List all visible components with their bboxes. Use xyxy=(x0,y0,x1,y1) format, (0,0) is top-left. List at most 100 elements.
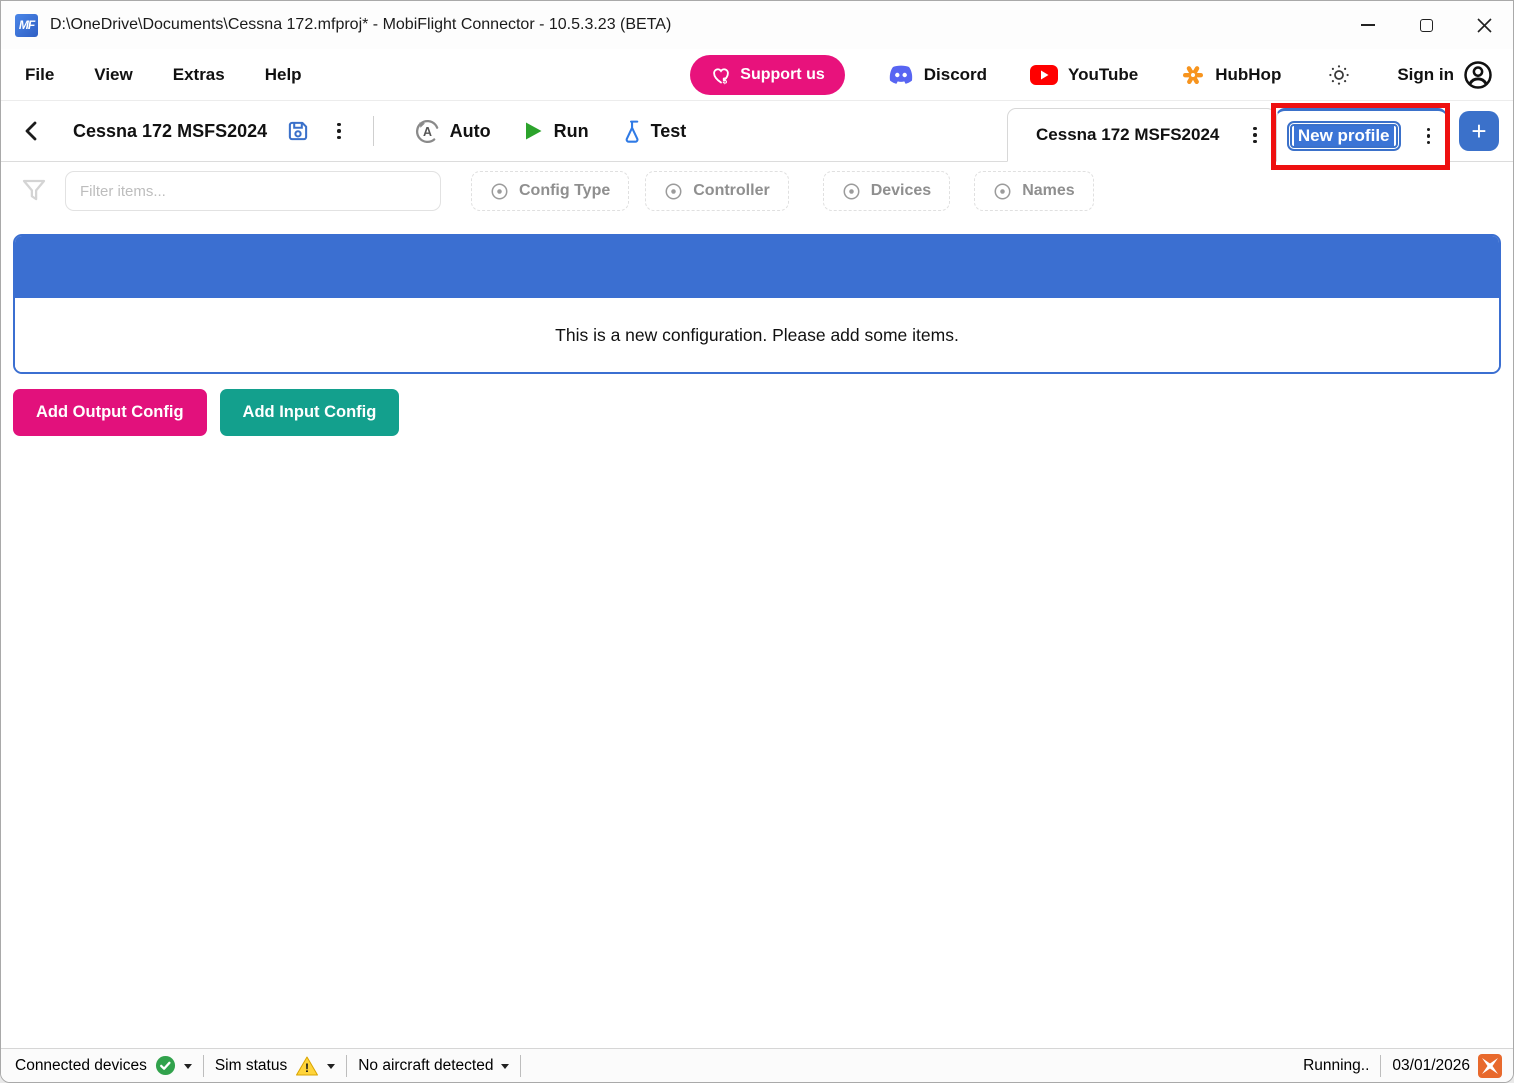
filter-pill-names[interactable]: Names xyxy=(974,171,1093,211)
youtube-link[interactable]: YouTube xyxy=(1029,64,1138,86)
test-button[interactable]: Test xyxy=(619,119,687,144)
run-play-icon xyxy=(521,119,545,143)
test-flask-icon xyxy=(619,119,642,144)
filter-bar: Config Type Controller Devices Names xyxy=(1,162,1513,220)
profile-rename-input[interactable]: New profile xyxy=(1287,121,1401,151)
filter-pill-config-type[interactable]: Config Type xyxy=(471,171,629,211)
aircraft-status[interactable]: No aircraft detected xyxy=(358,1057,509,1075)
app-logo-icon: MF xyxy=(15,14,38,37)
profile-rename-value: New profile xyxy=(1294,124,1394,147)
connected-devices-status[interactable]: Connected devices xyxy=(15,1055,192,1076)
maximize-button[interactable] xyxy=(1397,1,1455,49)
editing-tab-kebab[interactable] xyxy=(1419,124,1439,149)
heart-dollar-icon: $ xyxy=(710,64,732,86)
status-bar: Connected devices Sim status ! No aircra… xyxy=(1,1048,1513,1082)
window-controls xyxy=(1339,1,1513,49)
toolbar-divider xyxy=(373,116,374,146)
status-ok-icon xyxy=(155,1055,176,1076)
target-icon xyxy=(664,182,683,201)
plus-icon: + xyxy=(1471,116,1486,147)
menu-view[interactable]: View xyxy=(94,65,132,85)
profile-tab-active[interactable]: Cessna 172 MSFS2024 xyxy=(1007,108,1276,162)
chevron-down-icon xyxy=(327,1064,335,1069)
config-table-header xyxy=(15,236,1499,298)
statusbar-divider xyxy=(520,1055,521,1077)
profile-tab-label: Cessna 172 MSFS2024 xyxy=(1036,125,1219,145)
close-button[interactable] xyxy=(1455,1,1513,49)
statusbar-divider xyxy=(1380,1055,1381,1077)
hubhop-link[interactable]: HubHop xyxy=(1180,62,1281,88)
mobiflight-logo-icon xyxy=(1477,1053,1503,1079)
app-window: MF D:\OneDrive\Documents\Cessna 172.mfpr… xyxy=(0,0,1514,1083)
minimize-icon xyxy=(1361,24,1375,26)
minimize-button[interactable] xyxy=(1339,1,1397,49)
project-title: Cessna 172 MSFS2024 xyxy=(73,121,267,142)
menu-right-group: $ Support us Discord YouTube xyxy=(690,55,1493,95)
youtube-icon xyxy=(1029,64,1059,86)
chevron-down-icon xyxy=(184,1064,192,1069)
toolbar-left-group: Cessna 172 MSFS2024 A Auto xyxy=(17,114,686,148)
filter-funnel-icon xyxy=(19,176,49,206)
sun-icon xyxy=(1327,63,1351,87)
theme-toggle-button[interactable] xyxy=(1323,59,1355,91)
filter-pill-devices[interactable]: Devices xyxy=(823,171,951,211)
profile-tab-kebab[interactable] xyxy=(1245,123,1265,148)
back-chevron-icon xyxy=(21,120,41,142)
filter-input[interactable] xyxy=(65,171,441,211)
target-icon xyxy=(993,182,1012,201)
config-table: This is a new configuration. Please add … xyxy=(13,234,1501,374)
svg-text:$: $ xyxy=(723,76,728,85)
sign-in-button[interactable]: Sign in xyxy=(1397,60,1493,90)
menu-bar: File View Extras Help $ Support us Disco… xyxy=(1,49,1513,101)
filter-pill-controller[interactable]: Controller xyxy=(645,171,788,211)
run-label: Run xyxy=(554,121,589,142)
date-label: 03/01/2026 xyxy=(1392,1057,1470,1075)
menu-extras[interactable]: Extras xyxy=(173,65,225,85)
sign-in-label: Sign in xyxy=(1397,65,1454,85)
add-profile-button[interactable]: + xyxy=(1459,111,1499,151)
support-us-button[interactable]: $ Support us xyxy=(690,55,844,95)
project-menu-kebab[interactable] xyxy=(329,119,349,144)
empty-config-message: This is a new configuration. Please add … xyxy=(555,325,959,346)
menu-file[interactable]: File xyxy=(25,65,54,85)
close-icon xyxy=(1476,17,1493,34)
svg-text:!: ! xyxy=(305,1061,309,1075)
menu-help[interactable]: Help xyxy=(265,65,302,85)
svg-text:A: A xyxy=(423,125,432,139)
auto-icon: A xyxy=(414,118,441,145)
aircraft-status-label: No aircraft detected xyxy=(358,1057,493,1075)
filter-pill-label: Controller xyxy=(693,182,769,200)
filter-pill-label: Devices xyxy=(871,182,932,200)
title-bar: MF D:\OneDrive\Documents\Cessna 172.mfpr… xyxy=(1,1,1513,49)
add-input-config-button[interactable]: Add Input Config xyxy=(220,389,400,436)
main-content: This is a new configuration. Please add … xyxy=(1,220,1513,1048)
toolbar: Cessna 172 MSFS2024 A Auto xyxy=(1,101,1513,162)
save-icon xyxy=(285,118,311,144)
warning-icon: ! xyxy=(295,1055,319,1077)
window-title: D:\OneDrive\Documents\Cessna 172.mfproj*… xyxy=(50,16,671,34)
menu-items: File View Extras Help xyxy=(25,65,302,85)
run-button[interactable]: Run xyxy=(521,119,589,143)
hubhop-icon xyxy=(1180,62,1206,88)
discord-link[interactable]: Discord xyxy=(887,63,987,87)
test-label: Test xyxy=(651,121,687,142)
maximize-icon xyxy=(1420,19,1433,32)
save-button[interactable] xyxy=(281,114,315,148)
connected-devices-label: Connected devices xyxy=(15,1057,147,1075)
auto-mode-button[interactable]: A Auto xyxy=(414,118,491,145)
back-button[interactable] xyxy=(17,116,45,146)
profile-tab-editing[interactable]: New profile xyxy=(1276,108,1447,162)
youtube-label: YouTube xyxy=(1068,65,1138,85)
sim-status-label: Sim status xyxy=(215,1057,287,1075)
statusbar-right-group: Running.. 03/01/2026 xyxy=(1303,1053,1503,1079)
sim-status[interactable]: Sim status ! xyxy=(215,1055,335,1077)
add-output-config-button[interactable]: Add Output Config xyxy=(13,389,207,436)
config-table-body: This is a new configuration. Please add … xyxy=(15,298,1499,372)
statusbar-divider xyxy=(346,1055,347,1077)
running-status-label: Running.. xyxy=(1303,1057,1369,1075)
account-icon xyxy=(1463,60,1493,90)
profile-tabstrip: Cessna 172 MSFS2024 New profile + xyxy=(1007,101,1513,161)
config-action-row: Add Output Config Add Input Config xyxy=(13,389,1501,436)
statusbar-divider xyxy=(203,1055,204,1077)
chevron-down-icon xyxy=(501,1064,509,1069)
